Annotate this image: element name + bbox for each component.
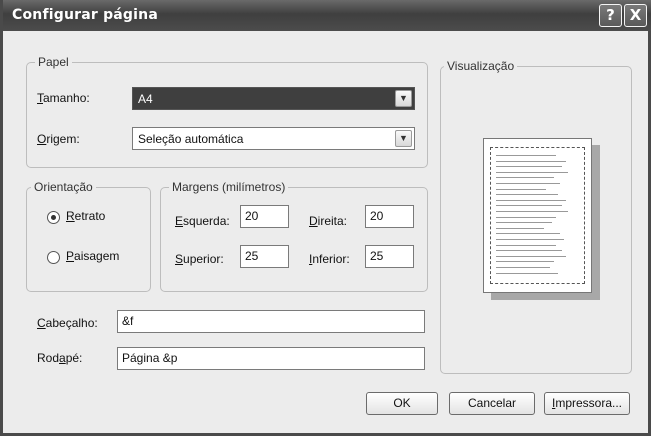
bottom-margin-label: Inferior: <box>309 252 350 266</box>
preview-text-line <box>496 211 568 212</box>
close-button[interactable]: X <box>624 4 647 27</box>
size-dropdown[interactable]: A4 ▼ <box>132 87 415 110</box>
paper-group-label: Papel <box>35 55 72 69</box>
page-setup-dialog: Configurar página ? X Papel Tamanho: A4 … <box>0 0 651 436</box>
bottom-margin-input[interactable]: 25 <box>365 245 414 268</box>
header-label: Cabeçalho: <box>37 316 98 330</box>
preview-text-line <box>496 188 546 190</box>
help-icon: ? <box>606 6 615 24</box>
preview-text-line <box>496 177 554 179</box>
preview-text-line <box>496 222 552 224</box>
portrait-label[interactable]: Retrato <box>66 209 105 223</box>
orientation-group-label: Orientação <box>31 180 96 194</box>
margins-group <box>160 187 428 292</box>
preview-text-line <box>496 239 564 240</box>
ok-button[interactable]: OK <box>366 392 438 415</box>
preview-text-line <box>496 199 566 201</box>
cancel-button[interactable]: Cancelar <box>449 392 535 415</box>
left-margin-label: Esquerda: <box>175 214 230 228</box>
preview-text-line <box>496 267 550 268</box>
right-margin-label: Direita: <box>309 214 348 228</box>
chevron-down-icon[interactable]: ▼ <box>395 130 412 147</box>
size-label: Tamanho: <box>37 91 90 105</box>
right-margin-input[interactable]: 20 <box>365 205 414 228</box>
preview-group-label: Visualização <box>444 59 518 73</box>
close-icon: X <box>629 6 642 24</box>
landscape-label[interactable]: Paisagem <box>66 249 119 263</box>
source-label: Origem: <box>37 132 80 146</box>
printer-button[interactable]: Impressora... <box>544 392 630 415</box>
preview-margin-box <box>490 147 585 284</box>
top-margin-label: Superior: <box>175 252 224 266</box>
paper-group <box>26 62 428 168</box>
preview-text-line <box>496 272 558 274</box>
preview-text-line <box>496 155 556 156</box>
preview-text-line <box>496 216 556 218</box>
source-value: Seleção automática <box>138 132 244 146</box>
preview-text-line <box>496 250 562 252</box>
preview-text-line <box>496 160 566 162</box>
preview-text-line <box>496 183 560 184</box>
size-value: A4 <box>138 92 153 106</box>
footer-input[interactable]: Página &p <box>117 347 425 370</box>
landscape-radio[interactable] <box>47 251 60 264</box>
header-input[interactable]: &f <box>117 310 425 333</box>
preview-text-line <box>496 194 558 196</box>
left-margin-input[interactable]: 20 <box>240 205 289 228</box>
preview-text-line <box>496 227 544 229</box>
preview-text-line <box>496 171 568 173</box>
preview-text-line <box>496 261 554 263</box>
radio-selected-dot <box>51 215 56 220</box>
chevron-down-icon[interactable]: ▼ <box>395 90 412 107</box>
help-button[interactable]: ? <box>599 4 622 27</box>
footer-label: Rodapé: <box>37 351 83 365</box>
preview-text-line <box>496 166 562 168</box>
preview-text-line <box>496 244 556 246</box>
preview-text-line <box>496 255 566 257</box>
preview-text-line <box>496 205 562 207</box>
margins-group-label: Margens (milímetros) <box>169 180 289 194</box>
preview-text-line <box>496 233 560 235</box>
preview-page <box>483 138 592 293</box>
top-margin-input[interactable]: 25 <box>240 245 289 268</box>
portrait-radio[interactable] <box>47 211 60 224</box>
dialog-title: Configurar página <box>12 7 158 23</box>
title-bar[interactable]: Configurar página ? X <box>3 0 651 31</box>
source-dropdown[interactable]: Seleção automática ▼ <box>132 127 415 150</box>
orientation-group <box>26 187 151 292</box>
